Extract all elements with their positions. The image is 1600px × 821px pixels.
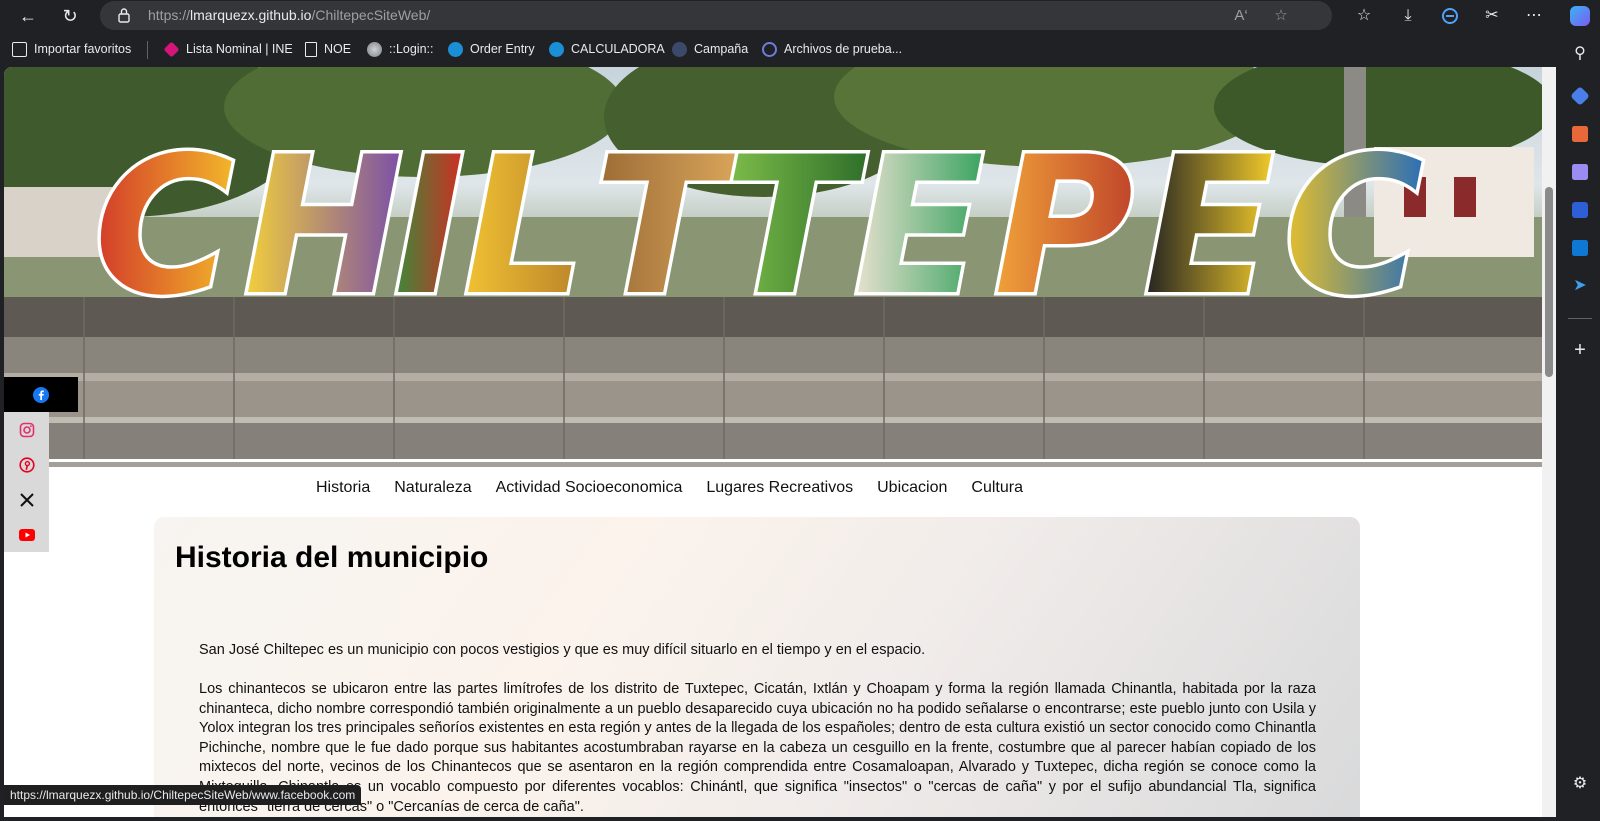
- bookmark-archivos[interactable]: Archivos de prueba...: [762, 40, 902, 58]
- nav-lugares-recreativos[interactable]: Lugares Recreativos: [706, 479, 853, 501]
- settings-gear-icon[interactable]: ⚙: [1570, 774, 1590, 794]
- scrollbar-thumb[interactable]: [1545, 187, 1553, 377]
- nav-ubicacion[interactable]: Ubicacion: [877, 479, 947, 501]
- bookmark-campana[interactable]: Campaña: [672, 40, 748, 58]
- letter-p: P: [994, 127, 1133, 307]
- letter-c2: C: [1284, 127, 1423, 307]
- campaign-icon: [672, 41, 687, 57]
- nav-historia[interactable]: Historia: [316, 479, 370, 501]
- url-text[interactable]: https://lmarquezx.github.io/ChiltepecSit…: [148, 7, 430, 23]
- tools-icon[interactable]: [1572, 126, 1588, 142]
- add-icon[interactable]: +: [1570, 340, 1590, 360]
- copilot-icon[interactable]: [1570, 6, 1590, 26]
- favorite-star-icon[interactable]: ☆: [1270, 5, 1292, 27]
- history-card: Historia del municipio San José Chiltepe…: [154, 517, 1360, 817]
- page-icon: [305, 41, 317, 57]
- back-icon[interactable]: ←: [16, 4, 40, 28]
- bookmark-ine[interactable]: Lista Nominal | INE: [163, 40, 293, 58]
- nav-actividad-socioeconomica[interactable]: Actividad Socioeconomica: [496, 479, 683, 501]
- hero-steps: [4, 297, 1542, 459]
- page-viewport: C H I L T T E P E C Historia Naturaleza …: [4, 67, 1556, 817]
- page-title: Historia del municipio: [175, 541, 489, 574]
- bookmark-order-entry[interactable]: Order Entry: [448, 40, 535, 58]
- address-bar[interactable]: https://lmarquezx.github.io/ChiltepecSit…: [100, 1, 1332, 30]
- microsoft365-icon[interactable]: [1572, 202, 1588, 218]
- bookmark-divider: [147, 41, 148, 59]
- files-icon: [762, 41, 777, 57]
- hero-divider: [49, 462, 1542, 467]
- history-paragraph-1: San José Chiltepec es un municipio con p…: [199, 642, 926, 658]
- sidebar-divider: [1568, 318, 1592, 319]
- read-aloud-icon[interactable]: A‘: [1230, 5, 1252, 27]
- status-url: https://lmarquezx.github.io/ChiltepecSit…: [4, 785, 362, 805]
- downloads-icon[interactable]: ⤓: [1396, 4, 1420, 28]
- youtube-link[interactable]: [4, 517, 49, 552]
- edge-sidebar: ⚲ ➤ + ⚙: [1560, 0, 1600, 821]
- instagram-link[interactable]: [4, 412, 49, 447]
- lock-icon[interactable]: [118, 7, 130, 23]
- shopping-icon[interactable]: [1570, 86, 1590, 106]
- page-scrollbar[interactable]: [1542, 67, 1556, 817]
- att-icon: [549, 41, 564, 57]
- att-icon: [448, 41, 463, 57]
- letter-h: H: [244, 127, 403, 307]
- import-icon: [12, 41, 27, 57]
- letter-c: C: [94, 127, 233, 307]
- browser-toolbar: ← ↻ https://lmarquezx.github.io/Chiltepe…: [0, 0, 1600, 31]
- x-link[interactable]: [4, 482, 49, 517]
- bookmarks-bar: Importar favoritos Lista Nominal | INE N…: [0, 31, 1560, 67]
- favorites-icon[interactable]: ☆: [1352, 4, 1376, 28]
- letter-t: T: [594, 127, 737, 307]
- history-paragraph-2: Los chinantecos se ubicaron entre las pa…: [199, 681, 1316, 815]
- globe-icon: [367, 41, 382, 57]
- screenshot-icon[interactable]: ✂: [1480, 4, 1504, 28]
- x-icon: [19, 492, 34, 507]
- ine-icon: [163, 41, 180, 57]
- pinterest-icon: [18, 456, 35, 473]
- bookmark-login[interactable]: ::Login::: [367, 40, 433, 58]
- letter-e2: E: [1144, 127, 1274, 307]
- nav-naturaleza[interactable]: Naturaleza: [394, 479, 471, 501]
- letter-l: L: [464, 127, 585, 307]
- letter-e: E: [854, 127, 984, 307]
- hero-banner: C H I L T T E P E C: [4, 67, 1542, 459]
- nav-cultura[interactable]: Cultura: [971, 479, 1023, 501]
- social-sidebar: [4, 377, 78, 553]
- bookmark-import[interactable]: Importar favoritos: [12, 40, 131, 58]
- bookmark-calculadora[interactable]: CALCULADORA: [549, 40, 665, 58]
- letter-i: I: [394, 127, 465, 307]
- refresh-icon[interactable]: ↻: [58, 4, 82, 28]
- letter-t2: T: [724, 127, 867, 307]
- instagram-icon: [19, 422, 34, 437]
- facebook-link[interactable]: [4, 377, 78, 412]
- youtube-icon: [18, 528, 35, 541]
- pinterest-link[interactable]: [4, 447, 49, 482]
- more-icon[interactable]: ⋯: [1522, 4, 1546, 28]
- games-icon[interactable]: [1572, 164, 1588, 180]
- browser-essentials-icon[interactable]: [1438, 4, 1462, 28]
- main-nav: Historia Naturaleza Actividad Socioecono…: [316, 479, 1023, 501]
- outlook-icon[interactable]: [1572, 240, 1588, 256]
- search-icon[interactable]: ⚲: [1570, 44, 1590, 64]
- hero-letters: C H I L T T E P E C: [94, 127, 1427, 307]
- bookmark-noe[interactable]: NOE: [305, 40, 351, 58]
- send-icon[interactable]: ➤: [1570, 276, 1590, 296]
- facebook-icon: [33, 386, 49, 403]
